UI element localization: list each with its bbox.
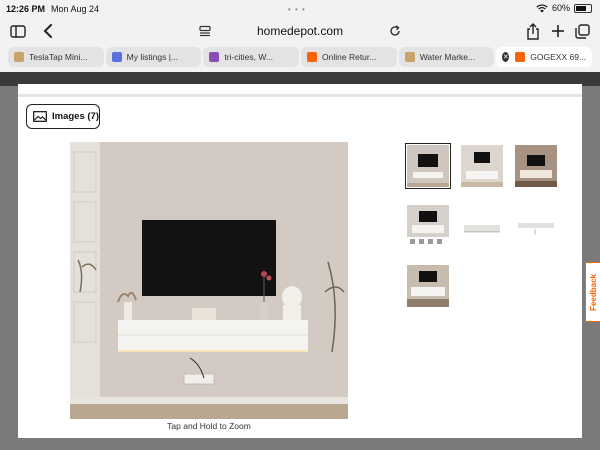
reader-icon[interactable] [199, 25, 211, 37]
browser-toolbar: homedepot.com [0, 17, 600, 45]
status-right: 60% [536, 3, 592, 13]
thumbnail-4[interactable] [407, 205, 449, 247]
feedback-tab[interactable]: Feedback [585, 262, 600, 322]
thumbnail-5[interactable] [461, 205, 503, 247]
image-icon [33, 111, 47, 122]
url-text: homedepot.com [256, 24, 344, 38]
image-gallery-modal: Images (7) Tap and Hold to Zoom [18, 84, 582, 438]
tab-water-market[interactable]: Water Marke... [398, 47, 495, 67]
thumbnail-6[interactable] [515, 205, 557, 247]
battery-percent: 60% [551, 3, 570, 13]
new-tab-icon[interactable] [548, 21, 568, 41]
thumbnail-7[interactable] [407, 265, 449, 307]
favicon-icon [307, 52, 318, 62]
status-time: 12:26 PM [6, 3, 46, 14]
favicon-icon [111, 52, 122, 62]
back-icon[interactable] [38, 21, 58, 41]
sidebar-icon[interactable] [8, 21, 28, 41]
tab-bar: TeslaTap Mini... My listings |... tri-ci… [8, 47, 593, 69]
thumbnail-1[interactable] [405, 143, 451, 189]
thumbnail-3[interactable] [515, 145, 557, 187]
share-icon[interactable] [523, 21, 543, 41]
tab-online-returns[interactable]: Online Retur... [301, 47, 397, 67]
images-count-label: Images (7) [52, 111, 99, 122]
tab-gogexx[interactable]: ✕ GOGEXX 69... [496, 47, 593, 67]
thumbnail-2[interactable] [461, 145, 503, 187]
battery-icon [574, 3, 592, 13]
tab-label: Online Retur... [322, 52, 377, 62]
wifi-icon [536, 3, 548, 12]
feedback-label: Feedback [588, 273, 598, 311]
tab-my-listings[interactable]: My listings |... [105, 47, 202, 67]
status-date: Mon Aug 24 [51, 3, 100, 14]
favicon-icon [404, 52, 415, 62]
images-count-badge[interactable]: Images (7) [26, 104, 100, 129]
tab-label: TeslaTap Mini... [29, 52, 88, 62]
zoom-hint-text: Tap and Hold to Zoom [167, 421, 251, 431]
favicon-icon [209, 52, 220, 62]
modal-divider [18, 94, 582, 97]
tab-label: tri-cities, W... [224, 52, 273, 62]
multitasking-dots-icon[interactable]: • • • [288, 5, 306, 14]
tab-teslatap[interactable]: TeslaTap Mini... [8, 47, 104, 67]
reload-icon[interactable] [389, 25, 401, 37]
close-tab-icon[interactable]: ✕ [502, 52, 510, 62]
tab-label: GOGEXX 69... [530, 52, 587, 62]
tab-tri-cities[interactable]: tri-cities, W... [203, 47, 300, 67]
tab-label: My listings |... [126, 52, 178, 62]
address-bar[interactable]: homedepot.com [195, 20, 405, 42]
main-product-image[interactable] [70, 142, 348, 419]
tab-label: Water Marke... [419, 52, 476, 62]
favicon-icon [14, 52, 24, 62]
tab-overview-icon[interactable] [572, 21, 592, 41]
status-bar: 12:26 PM Mon Aug 24 • • • 60% [0, 0, 600, 17]
favicon-icon [515, 52, 526, 62]
